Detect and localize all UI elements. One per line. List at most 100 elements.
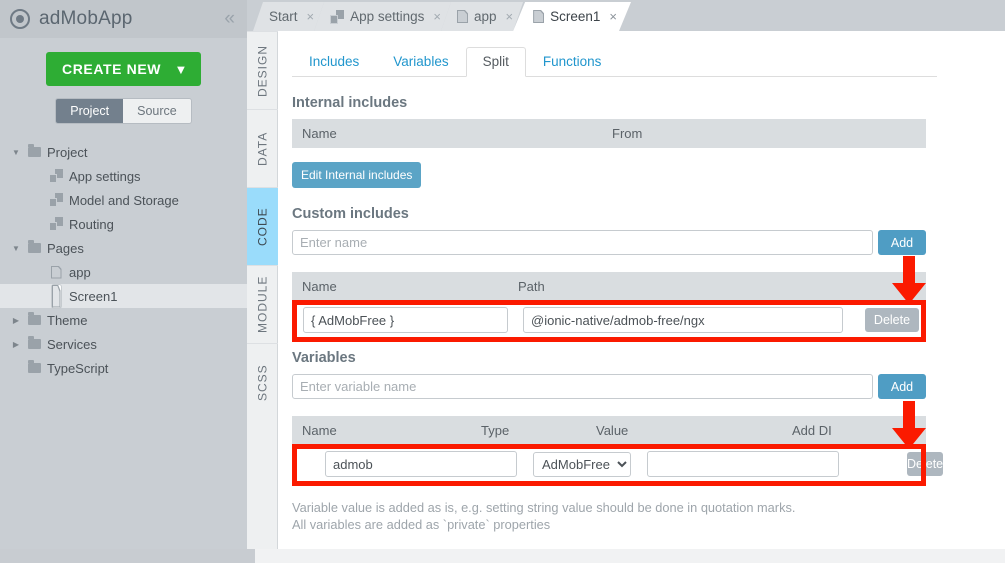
column-header-type: Type: [481, 423, 510, 438]
folder-icon: [24, 144, 44, 157]
variables-note: Variable value is added as is, e.g. sett…: [292, 499, 1005, 533]
page-icon: [46, 283, 66, 309]
vertical-tab-scss[interactable]: SCSS: [247, 343, 278, 421]
variables-add-button[interactable]: Add: [878, 374, 926, 399]
app-root: adMobApp « CREATE NEW ▼ Project Source ▼…: [0, 0, 1005, 563]
tree-item-theme[interactable]: ▶ Theme: [0, 308, 247, 332]
custom-includes-title: Custom includes: [292, 206, 409, 222]
variable-delete-button[interactable]: Delete: [907, 452, 944, 476]
multi-page-icon: [46, 169, 66, 183]
close-icon[interactable]: ×: [506, 9, 514, 24]
tree-item-app[interactable]: app: [0, 260, 247, 284]
close-icon[interactable]: ×: [609, 9, 617, 24]
subtab-split[interactable]: Split: [465, 47, 526, 77]
folder-icon: [24, 312, 44, 325]
tree-item-routing[interactable]: Routing: [0, 212, 247, 236]
close-icon[interactable]: ×: [307, 9, 315, 24]
vertical-tab-code[interactable]: CODE: [247, 187, 278, 265]
tree-item-app-settings[interactable]: App settings: [0, 164, 247, 188]
custom-include-path-field[interactable]: [523, 307, 843, 333]
project-tree: ▼ Project App settings Model and Storage …: [0, 140, 247, 380]
column-header-add-di: Add DI: [792, 423, 832, 438]
variables-note-line2: All variables are added as `private` pro…: [292, 517, 551, 532]
close-icon[interactable]: ×: [433, 9, 441, 24]
custom-include-name-input[interactable]: [292, 230, 873, 255]
create-new-label: CREATE NEW: [62, 61, 162, 77]
custom-include-delete-button[interactable]: Delete: [865, 308, 919, 332]
tree-item-project[interactable]: ▼ Project: [0, 140, 247, 164]
create-new-button[interactable]: CREATE NEW ▼: [46, 52, 201, 86]
custom-include-row: Delete: [292, 301, 926, 339]
tree-item-label: Pages: [47, 240, 84, 256]
app-title: adMobApp: [39, 8, 133, 29]
page-icon: [457, 10, 468, 23]
chevron-down-icon: ▼: [174, 61, 188, 77]
editor-tab-app-settings[interactable]: App settings ×: [314, 2, 451, 31]
twisty-closed-icon[interactable]: ▶: [8, 316, 24, 325]
twisty-closed-icon[interactable]: ▶: [8, 340, 24, 349]
custom-includes-add-row: Add: [292, 230, 926, 255]
editor-tab-label: Start: [269, 9, 298, 24]
custom-include-name-field[interactable]: [303, 307, 508, 333]
editor-tab-app[interactable]: app ×: [441, 2, 523, 31]
project-source-switch: Project Source: [0, 98, 247, 124]
tree-item-typescript[interactable]: TypeScript: [0, 356, 247, 380]
editor-tab-screen1[interactable]: Screen1 ×: [513, 2, 631, 31]
tree-item-label: Project: [47, 144, 88, 160]
multi-page-icon: [46, 193, 66, 207]
subtab-includes[interactable]: Includes: [292, 47, 376, 77]
custom-includes-add-button[interactable]: Add: [878, 230, 926, 255]
page-icon: [533, 10, 544, 23]
horizontal-scrollbar[interactable]: [0, 549, 1005, 563]
variable-type-select[interactable]: AdMobFree: [533, 451, 631, 477]
tree-item-label: TypeScript: [47, 360, 109, 376]
segment-source[interactable]: Source: [123, 99, 191, 123]
variables-table-header: Name Type Value Add DI: [292, 416, 926, 445]
page-icon: [46, 266, 66, 279]
variable-name-input[interactable]: [292, 374, 873, 399]
tree-item-label: Theme: [47, 312, 88, 328]
segment-project[interactable]: Project: [56, 99, 124, 123]
multi-page-icon: [46, 217, 66, 231]
twisty-open-icon[interactable]: ▼: [8, 244, 24, 253]
variable-name-field[interactable]: [325, 451, 517, 477]
variables-add-row: Add: [292, 374, 926, 399]
main-content: Includes Variables Split Functions Internal…: [278, 31, 1005, 549]
tree-item-label: Model and Storage: [69, 192, 179, 208]
code-subtabs: Includes Variables Split Functions: [292, 46, 937, 77]
tree-item-model-and-storage[interactable]: Model and Storage: [0, 188, 247, 212]
tree-item-label: Screen1: [69, 288, 118, 304]
scrollbar-thumb[interactable]: [0, 549, 255, 563]
edit-internal-includes-button[interactable]: Edit Internal includes: [292, 162, 422, 188]
vertical-tab-module[interactable]: MODULE: [247, 265, 278, 343]
column-header-name: Name: [302, 423, 337, 438]
column-header-name: Name: [302, 279, 337, 294]
subtab-functions[interactable]: Functions: [526, 47, 619, 77]
twisty-open-icon[interactable]: ▼: [8, 148, 24, 157]
tree-item-label: App settings: [69, 168, 141, 184]
variables-title: Variables: [292, 350, 356, 366]
folder-icon: [24, 240, 44, 253]
subtab-variables[interactable]: Variables: [376, 47, 465, 77]
custom-includes-table-header: Name Path: [292, 272, 926, 301]
variable-row: AdMobFree Delete: [292, 445, 944, 483]
vertical-tab-data[interactable]: DATA: [247, 109, 278, 187]
column-header-path: Path: [518, 279, 545, 294]
tree-item-services[interactable]: ▶ Services: [0, 332, 247, 356]
variable-value-field[interactable]: [647, 451, 839, 477]
variables-note-line1: Variable value is added as is, e.g. sett…: [292, 500, 796, 515]
column-header-name: Name: [302, 126, 337, 141]
tree-item-screen1[interactable]: Screen1: [0, 283, 247, 309]
vertical-tab-design[interactable]: DESIGN: [247, 31, 278, 109]
editor-tab-label: Screen1: [550, 9, 601, 24]
tree-item-label: Services: [47, 336, 97, 352]
tree-item-pages[interactable]: ▼ Pages: [0, 236, 247, 260]
editor-tabbar: Start × App settings × app × Screen1 ×: [247, 0, 1005, 31]
chevron-double-left-icon[interactable]: «: [224, 9, 235, 29]
code-panel: Internal includes Name From Edit Interna…: [278, 95, 1005, 533]
editor-tab-start[interactable]: Start ×: [253, 2, 324, 31]
